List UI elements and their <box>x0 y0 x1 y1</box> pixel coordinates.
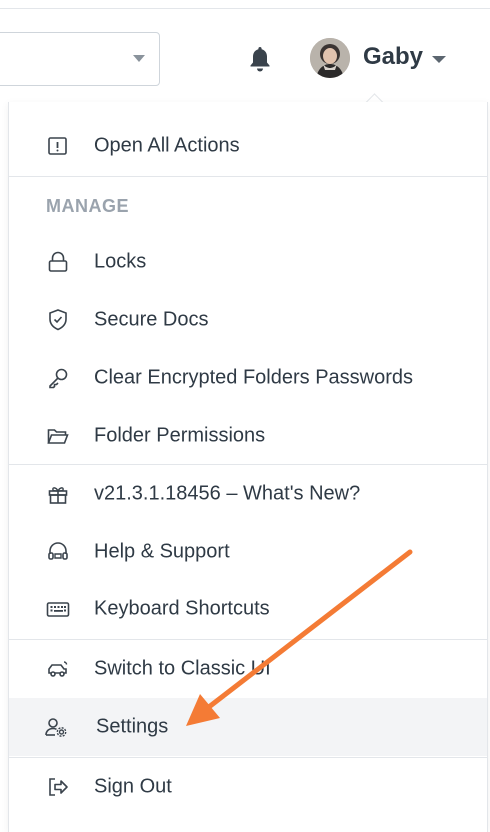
avatar[interactable] <box>310 38 350 78</box>
menu-item-label: Folder Permissions <box>94 424 266 447</box>
menu-item-folder-permissions[interactable]: Folder Permissions <box>9 408 487 464</box>
keyboard-icon <box>46 602 70 617</box>
shield-check-icon <box>49 309 67 331</box>
dropdown-select[interactable] <box>0 32 160 86</box>
chevron-down-icon <box>133 55 145 62</box>
sign-out-icon <box>49 778 68 796</box>
menu-item-locks[interactable]: Locks <box>9 234 487 290</box>
menu-item-label: Locks <box>94 250 147 273</box>
key-icon <box>49 368 68 389</box>
user-name[interactable]: Gaby <box>363 43 423 71</box>
menu-item-settings[interactable]: Settings <box>9 698 487 756</box>
menu-item-label: Settings <box>96 715 169 738</box>
menu-item-label: v21.3.1.18456 – What's New? <box>94 482 361 505</box>
menu-item-switch-classic-ui[interactable]: Switch to Classic UI <box>9 641 487 697</box>
menu-item-whats-new[interactable]: v21.3.1.18456 – What's New? <box>9 466 487 522</box>
menu-item-label: Clear Encrypted Folders Passwords <box>94 366 414 389</box>
divider <box>9 176 487 177</box>
menu-item-label: Keyboard Shortcuts <box>94 597 270 620</box>
folder-open-icon <box>47 429 69 444</box>
gift-icon <box>48 487 68 504</box>
header-divider <box>0 8 490 9</box>
car-icon <box>48 661 68 677</box>
divider <box>9 757 487 758</box>
menu-item-open-all-actions[interactable]: Open All Actions <box>9 118 487 174</box>
lock-icon <box>48 251 68 272</box>
menu-item-secure-docs[interactable]: Secure Docs <box>9 292 487 348</box>
alert-square-icon <box>48 137 67 155</box>
menu-item-label: Open All Actions <box>94 134 240 157</box>
user-gear-icon <box>45 718 67 737</box>
menu-item-label: Switch to Classic UI <box>94 657 271 680</box>
menu-item-keyboard-shortcuts[interactable]: Keyboard Shortcuts <box>9 581 487 637</box>
chevron-down-icon[interactable] <box>432 56 446 63</box>
menu-item-label: Help & Support <box>94 540 230 563</box>
divider <box>9 639 487 640</box>
menu-item-sign-out[interactable]: Sign Out <box>9 759 487 815</box>
menu-item-label: Secure Docs <box>94 308 209 331</box>
menu-item-help-support[interactable]: Help & Support <box>9 524 487 580</box>
user-dropdown-menu: Open All Actions MANAGE Locks Secure Doc… <box>8 102 488 832</box>
headset-icon <box>48 542 68 560</box>
menu-item-label: Sign Out <box>94 775 172 798</box>
divider <box>9 464 487 465</box>
section-heading-manage: MANAGE <box>46 196 129 216</box>
bell-icon[interactable] <box>248 45 272 73</box>
menu-item-clear-encrypted-passwords[interactable]: Clear Encrypted Folders Passwords <box>9 350 487 406</box>
